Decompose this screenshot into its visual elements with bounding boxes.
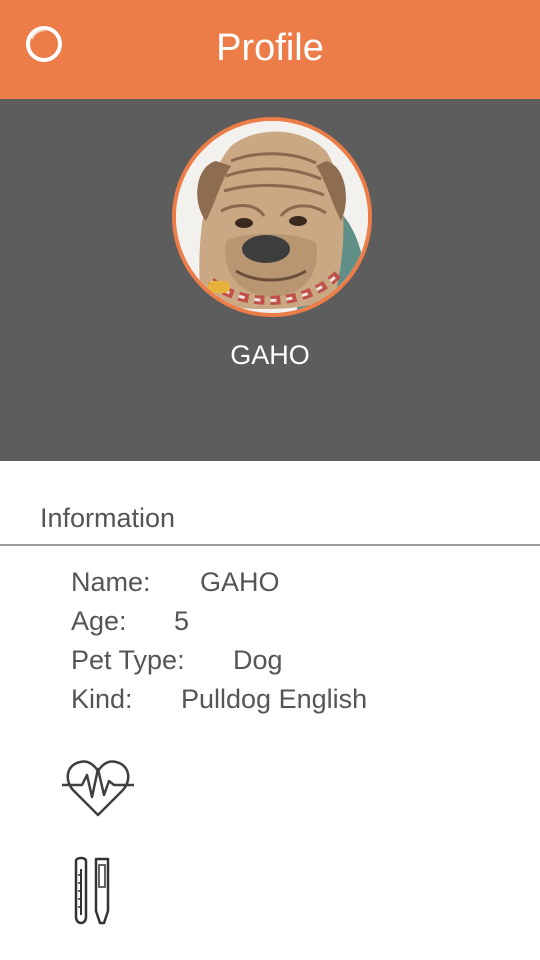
page-title: Profile bbox=[216, 27, 324, 69]
info-label: Kind: bbox=[71, 684, 133, 714]
avatar-ring bbox=[172, 117, 372, 317]
profile-hero: GAHO bbox=[0, 99, 540, 461]
pet-avatar[interactable] bbox=[176, 121, 368, 313]
information-heading: Information bbox=[40, 503, 176, 533]
info-value: Dog bbox=[233, 645, 283, 675]
info-label: Name: bbox=[71, 567, 151, 597]
profile-screen: Profile GAHO Information Name: GAHO Age:… bbox=[0, 0, 540, 960]
pet-name: GAHO bbox=[230, 340, 310, 370]
section-divider bbox=[0, 544, 540, 546]
health-button[interactable] bbox=[60, 755, 136, 821]
thermometer-icon bbox=[74, 856, 110, 925]
info-value: GAHO bbox=[200, 567, 280, 597]
info-label: Age: bbox=[71, 606, 127, 636]
temperature-button[interactable] bbox=[72, 855, 116, 931]
info-label: Pet Type: bbox=[71, 645, 185, 675]
dog-avatar bbox=[176, 121, 368, 313]
info-value: Pulldog English bbox=[181, 684, 368, 714]
heart-rate-icon bbox=[62, 760, 134, 817]
header-bar: Profile bbox=[0, 0, 540, 99]
info-value: 5 bbox=[174, 606, 190, 636]
